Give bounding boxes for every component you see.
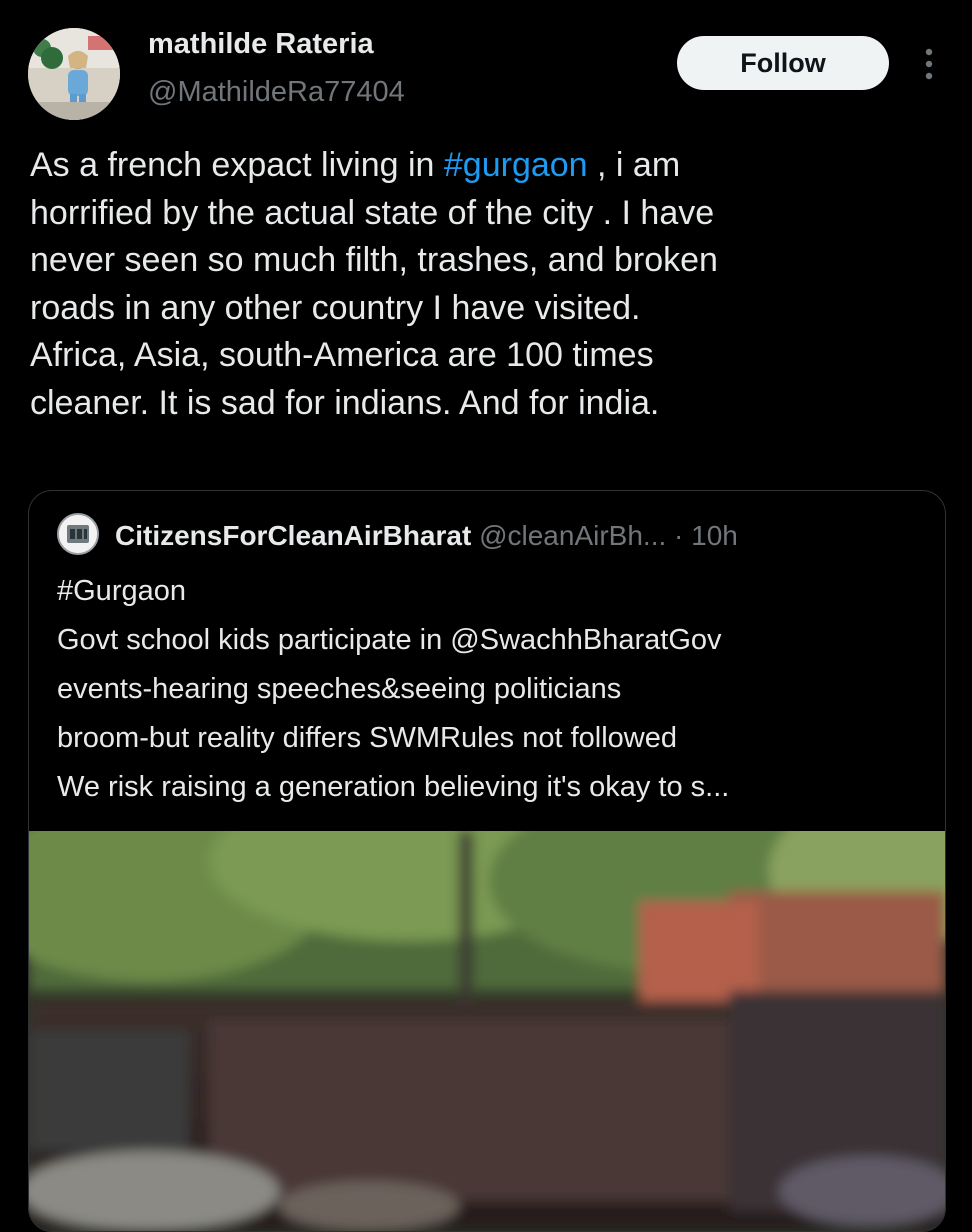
quote-timestamp[interactable]: · 10h — [674, 520, 738, 551]
quote-line: broom-but reality differs SWMRules not f… — [57, 722, 677, 754]
quote-header: CitizensForCleanAirBharat @cleanAirBh...… — [115, 519, 738, 553]
quote-line: We risk raising a generation believing i… — [57, 771, 730, 803]
author-display-name[interactable]: mathilde Rateria — [148, 28, 374, 61]
tweet-line: horrified by the actual state of the cit… — [30, 193, 715, 232]
quote-avatar[interactable] — [57, 513, 99, 555]
quote-media-image[interactable] — [29, 781, 945, 1231]
quote-handle[interactable]: @cleanAirBh... — [479, 520, 666, 551]
profile-photo-image — [28, 28, 120, 120]
quote-text: #Gurgaon Govt school kids participate in… — [57, 567, 937, 812]
tweet-line: Africa, Asia, south-America are 100 time… — [30, 336, 654, 374]
quote-line: events-hearing speeches&seeing politicia… — [57, 673, 622, 705]
tweet-line: never seen so much filth, trashes, and b… — [30, 241, 718, 279]
ellipsis-vertical-icon[interactable] — [915, 44, 943, 84]
tweet-line: As a french expact living in #gurgaon , … — [30, 146, 681, 184]
follow-button[interactable]: Follow — [677, 36, 889, 90]
tweet-line: roads in any other country I have visite… — [30, 288, 641, 327]
quote-tweet-card[interactable]: CitizensForCleanAirBharat @cleanAirBh...… — [28, 490, 946, 1232]
tweet-text: As a french expact living in #gurgaon , … — [30, 142, 950, 427]
tweet-line: cleaner. It is sad for indians. And for … — [30, 383, 660, 422]
avatar[interactable] — [28, 28, 120, 120]
quote-display-name[interactable]: CitizensForCleanAirBharat — [115, 520, 471, 551]
hashtag-link[interactable]: #gurgaon — [444, 146, 588, 184]
author-handle[interactable]: @MathildeRa77404 — [148, 76, 405, 109]
organization-logo-icon — [59, 515, 97, 553]
quote-line: Govt school kids participate in @SwachhB… — [57, 624, 722, 656]
quote-line: #Gurgaon — [57, 575, 186, 607]
